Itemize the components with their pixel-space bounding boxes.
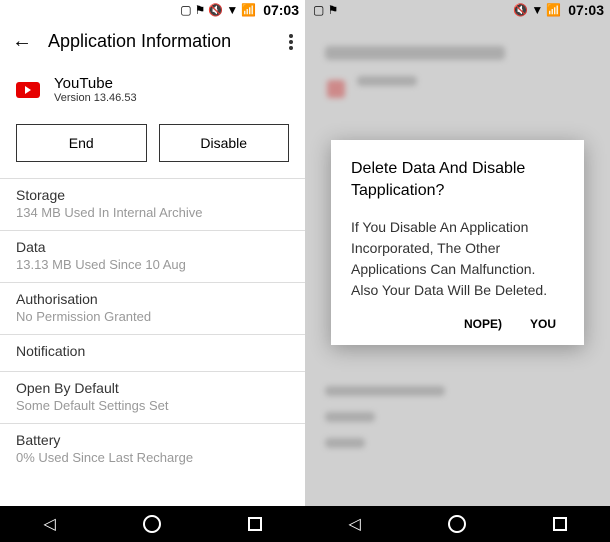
header: ← Application Information [0,20,305,63]
button-row: End Disable [0,112,305,178]
nav-recent-icon[interactable] [248,517,262,531]
auth-label: Authorisation [16,291,289,307]
youtube-icon [16,82,40,98]
nav-recent-icon[interactable] [553,517,567,531]
clock: 07:03 [263,2,299,18]
dialog-title: Delete Data And Disable Tapplication? [351,158,564,203]
open-default-section[interactable]: Open By Default Some Default Settings Se… [0,371,305,423]
end-button[interactable]: End [16,124,147,162]
notif-label: Notification [16,343,289,359]
wifi-icon: ▼ [531,3,543,17]
overflow-menu-icon[interactable] [289,34,293,50]
nav-bar: ◁ [0,506,305,542]
data-value: 13.13 MB Used Since 10 Aug [16,257,289,272]
signal-icon: 📶 [241,3,256,17]
battery-section[interactable]: Battery 0% Used Since Last Recharge [0,423,305,475]
data-section[interactable]: Data 13.13 MB Used Since 10 Aug [0,230,305,282]
nav-back-icon[interactable]: ◁ [43,514,55,534]
storage-value: 134 MB Used In Internal Archive [16,205,289,220]
storage-label: Storage [16,187,289,203]
status-bar-2: ▢ ⚑ 🔇 ▼ 📶 07:03 [305,0,610,20]
mute-icon: 🔇 [513,3,528,17]
nav-bar-2: ◁ [305,506,610,542]
dialog-body: If You Disable An Application Incorporat… [351,217,564,301]
back-icon[interactable]: ← [12,30,32,53]
square-icon: ▢ [180,3,191,17]
dialog-you-button[interactable]: YOU [530,317,556,331]
wifi-icon: ▼ [226,3,238,17]
authorisation-section[interactable]: Authorisation No Permission Granted [0,282,305,334]
dialog-nope-button[interactable]: NOPE) [464,317,502,331]
nav-back-icon[interactable]: ◁ [348,514,360,534]
nav-home-icon[interactable] [448,515,466,533]
screen-app-info: ▢ ⚑ 🔇 ▼ 📶 07:03 ← Application Informatio… [0,0,305,542]
storage-section[interactable]: Storage 134 MB Used In Internal Archive [0,178,305,230]
app-name: YouTube [54,75,137,92]
clock-2: 07:03 [568,2,604,18]
screen-dialog: ▢ ⚑ 🔇 ▼ 📶 07:03 Delete Data And Disable … [305,0,610,542]
signal-icon: 📶 [546,3,561,17]
dialog-actions: NOPE) YOU [351,317,564,331]
notification-section[interactable]: Notification [0,334,305,371]
status-bar: ▢ ⚑ 🔇 ▼ 📶 07:03 [0,0,305,20]
disable-button[interactable]: Disable [159,124,290,162]
flag-icon: ⚑ [195,3,206,17]
app-info-row: YouTube Version 13.46.53 [0,63,305,112]
mute-icon: 🔇 [208,3,223,17]
nav-home-icon[interactable] [143,515,161,533]
square-icon: ▢ ⚑ [313,3,338,17]
disable-dialog: Delete Data And Disable Tapplication? If… [331,140,584,345]
app-version: Version 13.46.53 [54,92,137,104]
data-label: Data [16,239,289,255]
open-value: Some Default Settings Set [16,398,289,413]
page-title: Application Information [48,31,289,52]
battery-label: Battery [16,432,289,448]
battery-value: 0% Used Since Last Recharge [16,450,289,465]
auth-value: No Permission Granted [16,309,289,324]
open-label: Open By Default [16,380,289,396]
